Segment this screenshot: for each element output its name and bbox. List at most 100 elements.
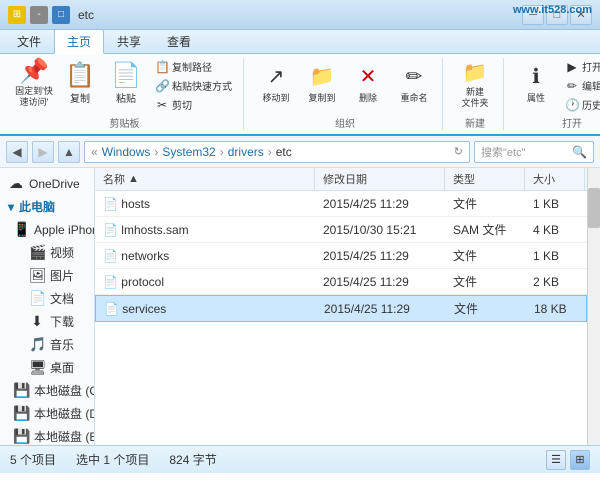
tab-home[interactable]: 主页 [54, 29, 104, 54]
new-folder-button[interactable]: 📁 新建文件夹 [453, 58, 497, 110]
col-name-sort: ▲ [128, 173, 139, 185]
rename-label: 重命名 [400, 91, 427, 104]
watermark: www.it528.com [513, 4, 592, 16]
table-row[interactable]: 📄 networks 2015/4/25 11:29 文件 1 KB [95, 243, 587, 269]
view-detail-button[interactable]: ☰ [546, 450, 566, 470]
local-e-label: 本地磁盘 (E:) [34, 428, 95, 445]
history-button[interactable]: 🕐 历史记录 [560, 96, 600, 113]
tab-view[interactable]: 查看 [154, 29, 204, 53]
desktop-icon: 🖥 [29, 359, 45, 376]
file-area: 名称 ▲ 修改日期 类型 大小 📄 hosts 2015/4/25 11:29 … [95, 168, 587, 445]
delete-button[interactable]: ✕ 删除 [346, 58, 390, 110]
title-bar: ⊞ - □ etc www.it528.com ─ □ ✕ [0, 0, 600, 30]
file-name: 📄 lmhosts.sam [95, 221, 315, 239]
search-box[interactable]: 搜索"etc" 🔍 [474, 141, 594, 163]
status-bar: 5 个项目 选中 1 个项目 824 字节 ☰ ⊞ [0, 445, 600, 473]
up-button[interactable]: ▲ [58, 141, 80, 163]
clipboard-label: 剪贴板 [12, 113, 237, 130]
file-date: 2015/4/25 11:29 [315, 247, 445, 265]
copy-to-button[interactable]: 📁 复制到 [300, 58, 344, 110]
organize-label: 组织 [254, 113, 436, 130]
rename-icon: ✏ [406, 64, 423, 89]
open-button[interactable]: ▶ 打开 ▼ [560, 58, 600, 75]
properties-button[interactable]: ℹ 属性 [514, 58, 558, 110]
copy-button[interactable]: 📋 复制 [58, 58, 102, 110]
paste-label: 粘贴 [116, 90, 136, 105]
col-header-name[interactable]: 名称 ▲ [95, 168, 315, 190]
col-header-type[interactable]: 类型 [445, 168, 525, 190]
addr-current: etc [276, 145, 292, 159]
sidebar-item-local-e[interactable]: 💾 本地磁盘 (E:) [0, 425, 94, 445]
sidebar-item-onedrive[interactable]: ☁ OneDrive [0, 172, 94, 195]
sidebar-item-local-d[interactable]: 💾 本地磁盘 (D:) [0, 402, 94, 425]
tab-file[interactable]: 文件 [4, 29, 54, 53]
view-list-button[interactable]: ⊞ [570, 450, 590, 470]
sidebar-item-local-c[interactable]: 💾 本地磁盘 (C:) [0, 379, 94, 402]
main-area: ☁ OneDrive ▾ 此电脑 📱 Apple iPhone 🎬 视频 🖼 图… [0, 168, 600, 445]
picture-icon: 🖼 [29, 267, 45, 284]
address-bar[interactable]: « Windows › System32 › drivers › etc ↻ [84, 141, 470, 163]
sidebar-item-download[interactable]: ⬇ 下载 [0, 310, 94, 333]
sidebar-item-desktop[interactable]: 🖥 桌面 [0, 356, 94, 379]
scrollbar[interactable] [587, 168, 600, 445]
table-row[interactable]: 📄 protocol 2015/4/25 11:29 文件 2 KB [95, 269, 587, 295]
table-row[interactable]: 📄 hosts 2015/4/25 11:29 文件 1 KB [95, 191, 587, 217]
ribbon-tabs: 文件 主页 共享 查看 [0, 30, 600, 54]
addr-windows[interactable]: Windows [102, 145, 151, 159]
music-label: 音乐 [50, 336, 74, 353]
video-label: 视频 [50, 244, 74, 261]
nav-bar: ◀ ▶ ▲ « Windows › System32 › drivers › e… [0, 136, 600, 168]
status-item-count: 5 个项目 [10, 451, 56, 468]
sidebar-this-pc-header[interactable]: ▾ 此电脑 [0, 195, 94, 218]
document-label: 文档 [50, 290, 74, 307]
picture-label: 图片 [50, 267, 74, 284]
file-icon: 📄 [103, 275, 118, 289]
copy-path-button[interactable]: 📋 复制路径 [150, 58, 237, 75]
scroll-thumb[interactable] [588, 188, 600, 228]
file-type: SAM 文件 [445, 219, 525, 240]
local-d-label: 本地磁盘 (D:) [34, 405, 95, 422]
paste-shortcut-button[interactable]: 🔗 粘贴快速方式 [150, 77, 237, 94]
new-folder-icon: 📁 [463, 60, 488, 85]
table-row[interactable]: 📄 lmhosts.sam 2015/10/30 15:21 SAM 文件 4 … [95, 217, 587, 243]
paste-button[interactable]: 📄 粘贴 [104, 58, 148, 110]
refresh-button[interactable]: ↻ [454, 145, 463, 158]
file-date: 2015/4/25 11:29 [316, 300, 446, 318]
addr-system32[interactable]: System32 [162, 145, 215, 159]
paste-icon: 📄 [111, 64, 141, 88]
forward-button[interactable]: ▶ [32, 141, 54, 163]
delete-label: 删除 [359, 91, 377, 104]
open-icon: ▶ [565, 60, 579, 74]
clipboard-small-group: 📋 复制路径 🔗 粘贴快速方式 ✂ 剪切 [150, 58, 237, 113]
file-icon: 📄 [103, 197, 118, 211]
col-header-size[interactable]: 大小 [525, 168, 585, 190]
tab-share[interactable]: 共享 [104, 29, 154, 53]
sidebar-item-music[interactable]: 🎵 音乐 [0, 333, 94, 356]
ribbon-group-clipboard: 📌 固定到'快速访问' 📋 复制 📄 粘贴 📋 复制路径 🔗 [6, 58, 244, 130]
sidebar-item-video[interactable]: 🎬 视频 [0, 241, 94, 264]
copy-path-icon: 📋 [155, 60, 169, 74]
open-buttons: ℹ 属性 ▶ 打开 ▼ ✏ 编辑 🕐 历史记录 [514, 58, 600, 113]
file-size: 2 KB [525, 273, 585, 291]
table-row[interactable]: 📄 services 2015/4/25 11:29 文件 18 KB [95, 295, 587, 322]
sidebar-item-iphone[interactable]: 📱 Apple iPhone [0, 218, 94, 241]
cut-button[interactable]: ✂ 剪切 [150, 96, 237, 113]
tb-icon-3: □ [52, 6, 70, 24]
col-header-date[interactable]: 修改日期 [315, 168, 445, 190]
properties-icon: ℹ [532, 64, 540, 89]
tb-icon-1: ⊞ [8, 6, 26, 24]
tb-icon-2: - [30, 6, 48, 24]
file-icon: 📄 [104, 302, 119, 316]
file-name: 📄 protocol [95, 273, 315, 291]
move-to-button[interactable]: ↗ 移动到 [254, 58, 298, 110]
addr-drivers[interactable]: drivers [228, 145, 264, 159]
rename-button[interactable]: ✏ 重命名 [392, 58, 436, 110]
back-button[interactable]: ◀ [6, 141, 28, 163]
pin-button[interactable]: 📌 固定到'快速访问' [12, 58, 56, 110]
file-type: 文件 [445, 245, 525, 266]
sidebar-item-picture[interactable]: 🖼 图片 [0, 264, 94, 287]
edit-button[interactable]: ✏ 编辑 [560, 77, 600, 94]
edit-icon: ✏ [565, 79, 579, 93]
cut-icon: ✂ [155, 98, 169, 112]
sidebar-item-document[interactable]: 📄 文档 [0, 287, 94, 310]
